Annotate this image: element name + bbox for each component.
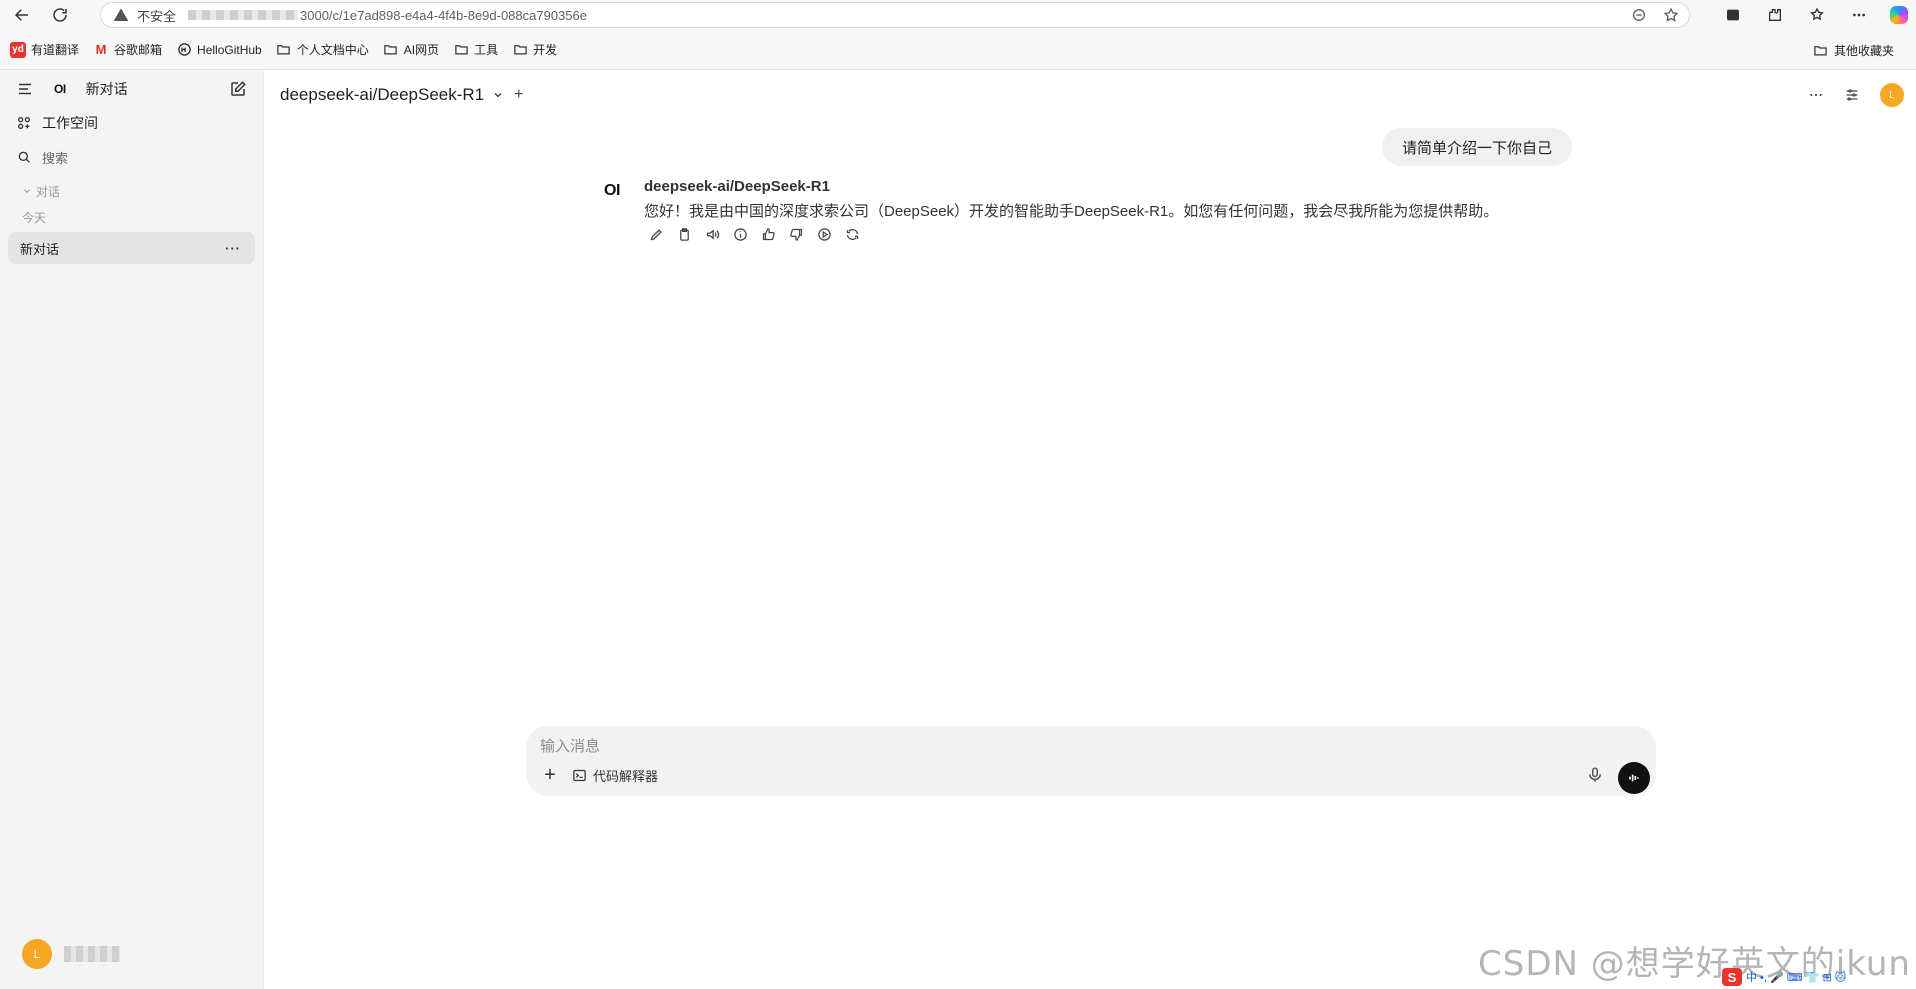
back-button[interactable] bbox=[8, 1, 36, 29]
model-name: deepseek-ai/DeepSeek-R1 bbox=[280, 85, 485, 104]
workspace-icon bbox=[17, 117, 30, 129]
ime-status[interactable]: 中 •, 🎤 ⌨ 👕 ⊞ 🐱 bbox=[1746, 969, 1846, 985]
sidebar-item-label: 工作空间 bbox=[42, 115, 98, 131]
split-screen-icon[interactable] bbox=[1722, 4, 1744, 26]
folder-icon bbox=[276, 42, 292, 58]
group-label-today: 今天 bbox=[22, 210, 47, 225]
url-host-redacted bbox=[188, 10, 299, 20]
user-message: 请简单介绍一下你自己 bbox=[1382, 128, 1573, 166]
arrow-left-icon bbox=[14, 9, 28, 21]
hellogithub-icon bbox=[176, 42, 192, 58]
microphone-icon[interactable] bbox=[1586, 766, 1604, 784]
chat-topbar: deepseek-ai/DeepSeek-R1 + L bbox=[264, 70, 1916, 120]
username-redacted bbox=[64, 946, 120, 962]
attach-button[interactable]: + bbox=[540, 764, 560, 786]
assistant-text: 您好！我是由中国的深度求索公司（DeepSeek）开发的智能助手DeepSeek… bbox=[644, 203, 1499, 220]
new-chat-title: 新对话 bbox=[85, 81, 128, 97]
voice-mode-button[interactable] bbox=[1618, 762, 1650, 794]
code-interpreter-toggle[interactable]: 代码解释器 bbox=[572, 766, 658, 785]
translate-icon[interactable] bbox=[1631, 7, 1647, 23]
bookmarks-bar: yd 有道翻译 M 谷歌邮箱 HelloGitHub 个人文档中心 AI网页 工… bbox=[0, 30, 1916, 70]
insecure-label[interactable]: 不安全 bbox=[137, 6, 176, 25]
folder-icon bbox=[1813, 42, 1829, 58]
assistant-name: deepseek-ai/DeepSeek-R1 bbox=[644, 178, 830, 195]
warning-icon bbox=[113, 8, 129, 21]
waveform-icon bbox=[1629, 774, 1639, 782]
terminal-icon bbox=[573, 769, 586, 782]
thumbs-down-icon[interactable] bbox=[788, 226, 805, 243]
ime-tray: S 中 •, 🎤 ⌨ 👕 ⊞ 🐱 bbox=[1722, 968, 1846, 986]
chat-menu-button[interactable]: ··· bbox=[225, 241, 241, 256]
edit-icon[interactable] bbox=[648, 226, 665, 243]
gmail-icon: M bbox=[95, 42, 107, 57]
settings-sliders-icon[interactable] bbox=[1844, 87, 1860, 103]
search-icon bbox=[18, 151, 30, 163]
chevron-down-icon bbox=[494, 93, 502, 98]
menu-icon[interactable] bbox=[16, 80, 34, 98]
bookmark-folder-docs[interactable]: 个人文档中心 bbox=[276, 39, 369, 61]
info-icon[interactable] bbox=[732, 226, 749, 243]
message-actions bbox=[648, 226, 861, 243]
avatar: L bbox=[22, 939, 52, 969]
assistant-logo: OI bbox=[604, 182, 620, 199]
sidebar-item-workspace[interactable]: 工作空间 bbox=[0, 106, 263, 140]
address-bar[interactable]: 不安全 3000/c/1e7ad898-e4a4-4f4b-8e9d-088ca… bbox=[100, 2, 1690, 28]
bookmark-folder-dev[interactable]: 开发 bbox=[512, 39, 557, 61]
chat-title: 新对话 bbox=[20, 241, 60, 257]
model-selector[interactable]: deepseek-ai/DeepSeek-R1 bbox=[280, 85, 504, 105]
sidebar: OI 新对话 工作空间 搜索 对话 今天 新对话 ··· L bbox=[0, 70, 264, 989]
bookmark-hellogithub[interactable]: HelloGitHub bbox=[176, 39, 262, 61]
continue-icon[interactable] bbox=[816, 226, 833, 243]
copy-icon[interactable] bbox=[676, 226, 693, 243]
extensions-icon[interactable] bbox=[1764, 4, 1786, 26]
sidebar-search[interactable]: 搜索 bbox=[0, 140, 263, 174]
read-aloud-icon[interactable] bbox=[704, 226, 721, 243]
new-chat-icon[interactable] bbox=[229, 80, 247, 98]
copilot-icon[interactable] bbox=[1890, 6, 1908, 24]
avatar[interactable]: L bbox=[1880, 83, 1904, 107]
message-input[interactable] bbox=[540, 732, 1440, 760]
add-model-button[interactable]: + bbox=[514, 86, 523, 104]
user-menu[interactable]: L bbox=[22, 939, 120, 969]
bookmark-gmail[interactable]: M 谷歌邮箱 bbox=[93, 39, 162, 61]
refresh-button[interactable] bbox=[46, 1, 74, 29]
youdao-icon: yd bbox=[10, 41, 26, 58]
folder-icon bbox=[453, 42, 469, 58]
app-container: OI 新对话 工作空间 搜索 对话 今天 新对话 ··· L deepseek-… bbox=[0, 70, 1916, 989]
bookmark-other[interactable]: 其他收藏夹 bbox=[1813, 39, 1894, 61]
message-composer: + 代码解释器 bbox=[526, 726, 1656, 796]
search-label: 搜索 bbox=[42, 150, 69, 166]
chat-list-item[interactable]: 新对话 ··· bbox=[8, 232, 255, 264]
openwebui-logo: OI bbox=[54, 82, 66, 96]
section-toggle-chats[interactable]: 对话 bbox=[0, 178, 263, 204]
favorites-icon[interactable] bbox=[1806, 4, 1828, 26]
star-icon[interactable] bbox=[1663, 7, 1679, 23]
bookmark-folder-ai[interactable]: AI网页 bbox=[383, 39, 439, 61]
folder-icon bbox=[383, 42, 399, 58]
refresh-icon bbox=[53, 8, 67, 22]
sidebar-header: OI 新对话 bbox=[0, 72, 263, 106]
bookmark-folder-tools[interactable]: 工具 bbox=[453, 39, 498, 61]
chevron-down-icon bbox=[24, 189, 30, 193]
more-options-icon[interactable] bbox=[1808, 87, 1824, 103]
browser-toolbar: 不安全 3000/c/1e7ad898-e4a4-4f4b-8e9d-088ca… bbox=[0, 0, 1916, 30]
regenerate-icon[interactable] bbox=[844, 226, 861, 243]
folder-icon bbox=[512, 42, 528, 58]
bookmark-youdao[interactable]: yd 有道翻译 bbox=[10, 39, 79, 61]
url-text: 3000/c/1e7ad898-e4a4-4f4b-8e9d-088ca7903… bbox=[300, 7, 587, 23]
chat-main: deepseek-ai/DeepSeek-R1 + L 请简单介绍一下你自己 O… bbox=[264, 70, 1916, 989]
sogou-ime-icon[interactable]: S bbox=[1722, 968, 1742, 986]
more-icon[interactable] bbox=[1848, 4, 1870, 26]
thumbs-up-icon[interactable] bbox=[760, 226, 777, 243]
new-chat-link[interactable]: OI 新对话 bbox=[54, 79, 128, 99]
